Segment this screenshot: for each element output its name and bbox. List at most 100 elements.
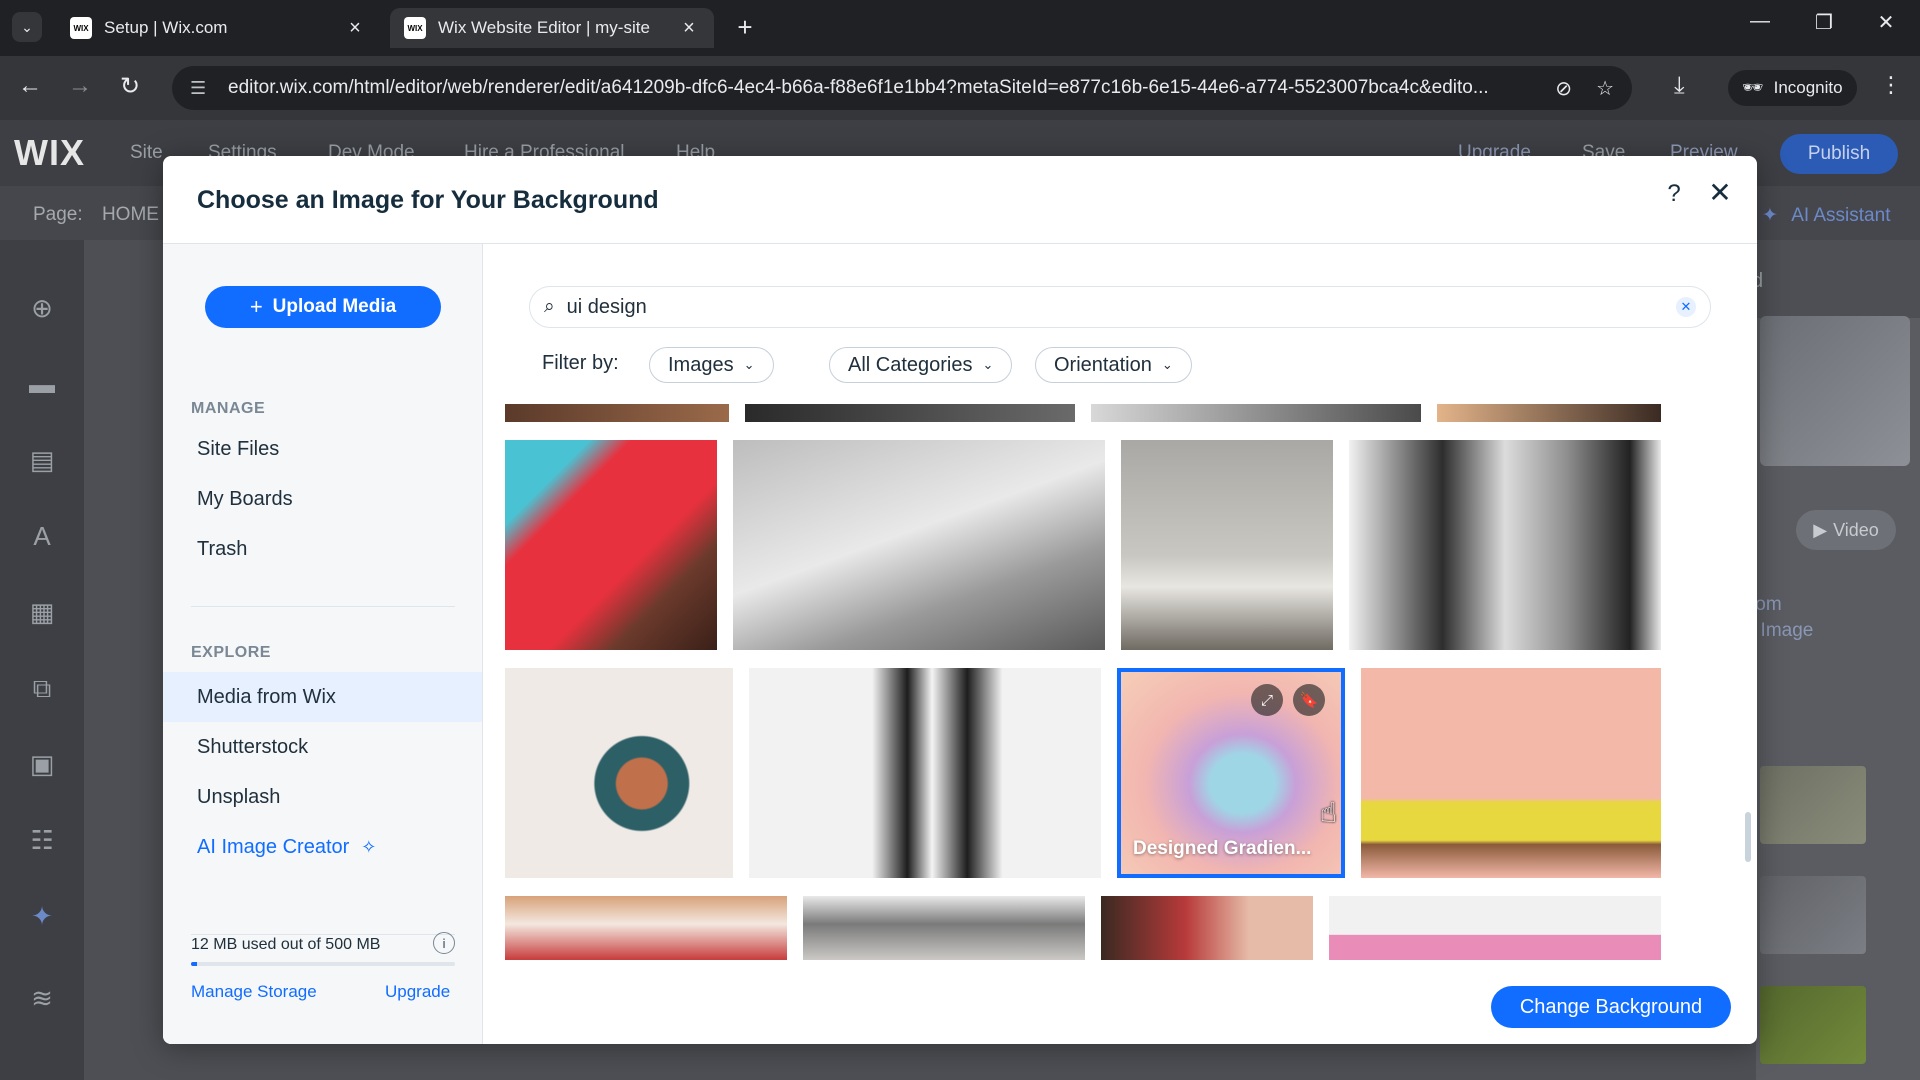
image-tile[interactable]: [733, 440, 1105, 650]
back-arrow-icon[interactable]: ←: [14, 72, 46, 100]
image-tile[interactable]: [505, 404, 729, 422]
expand-icon[interactable]: ⤢: [1251, 684, 1283, 716]
sidebar-item-unsplash[interactable]: Unsplash: [163, 772, 482, 822]
storage-progress-bar: [191, 962, 455, 966]
image-tile[interactable]: [505, 668, 733, 878]
change-background-button[interactable]: Change Background: [1491, 986, 1731, 1028]
sections-icon[interactable]: ▬: [26, 368, 58, 400]
restore-icon[interactable]: ❐: [1804, 10, 1844, 35]
star-icon[interactable]: ☆: [1596, 76, 1614, 101]
site-info-icon[interactable]: ☰: [190, 78, 216, 99]
eye-off-icon[interactable]: ⊘: [1555, 76, 1572, 101]
image-grid: ⤢ 🔖 Designed Gradien...: [483, 404, 1757, 960]
layers-icon[interactable]: ≋: [26, 982, 58, 1014]
sidebar-item-shutterstock[interactable]: Shutterstock: [163, 722, 482, 772]
image-tile[interactable]: [1349, 440, 1661, 650]
page-name: HOME: [101, 204, 159, 225]
wix-favicon-icon: WIX: [404, 17, 426, 39]
kebab-menu-icon[interactable]: ⋮: [1880, 72, 1902, 98]
image-tile[interactable]: [1121, 440, 1333, 650]
business-icon[interactable]: ⧉: [26, 672, 58, 704]
sidebar-item-my-boards[interactable]: My Boards: [163, 474, 482, 524]
image-tile[interactable]: [1329, 896, 1661, 960]
image-tile-selected[interactable]: ⤢ 🔖 Designed Gradien...: [1117, 668, 1345, 878]
bookmark-icon[interactable]: 🔖: [1293, 684, 1325, 716]
page-selector[interactable]: Page: HOME: [33, 204, 159, 226]
ai-assistant-button[interactable]: ✦ AI Assistant: [1762, 204, 1890, 227]
image-tile[interactable]: [803, 896, 1085, 960]
image-tile[interactable]: [505, 896, 787, 960]
hand-cursor-icon: ☝: [1320, 797, 1338, 828]
video-button[interactable]: ▶ Video: [1796, 510, 1896, 550]
ai-sparkle-icon[interactable]: ✦: [26, 900, 58, 932]
address-bar[interactable]: ☰ editor.wix.com/html/editor/web/rendere…: [172, 66, 1632, 110]
image-tile[interactable]: [1091, 404, 1421, 422]
upgrade-link[interactable]: Upgrade: [385, 982, 450, 1002]
help-icon[interactable]: ?: [1659, 180, 1689, 210]
incognito-badge[interactable]: 🕶 Incognito: [1728, 70, 1857, 106]
storage-usage-text: 12 MB used out of 500 MB: [191, 936, 381, 953]
forward-arrow-icon[interactable]: →: [64, 72, 96, 100]
plus-icon: +: [249, 294, 263, 319]
tab-title: Setup | Wix.com: [104, 18, 228, 37]
minimize-icon[interactable]: —: [1740, 10, 1780, 33]
dialog-header: Choose an Image for Your Background ? ✕: [163, 156, 1757, 244]
selected-image-caption: Designed Gradien...: [1133, 838, 1312, 859]
chevron-down-icon: ⌄: [21, 18, 33, 35]
sidebar-item-media-from-wix[interactable]: Media from Wix: [163, 672, 482, 722]
url-text: editor.wix.com/html/editor/web/renderer/…: [228, 77, 1489, 98]
window-close-icon[interactable]: ✕: [1866, 10, 1906, 35]
media-browser: ⌕ ui design ✕ Filter by: Images ⌄ All Ca…: [483, 244, 1757, 1044]
sidebar-item-ai-image-creator[interactable]: AI Image Creator ✧: [163, 822, 482, 872]
browser-tab-editor[interactable]: WIX Wix Website Editor | my-site ×: [390, 8, 714, 48]
filter-images-label: Images: [668, 353, 734, 376]
image-tile[interactable]: [1101, 896, 1313, 960]
chevron-down-icon: ⌄: [1161, 357, 1173, 372]
clear-search-icon[interactable]: ✕: [1676, 297, 1696, 317]
sidebar-item-trash[interactable]: Trash: [163, 524, 482, 574]
manage-section-label: MANAGE: [191, 400, 266, 417]
media-icon[interactable]: ▣: [26, 748, 58, 780]
download-icon[interactable]: ⤓: [1674, 72, 1685, 100]
publish-button[interactable]: Publish: [1780, 134, 1898, 174]
browser-tab-setup[interactable]: WIX Setup | Wix.com ×: [56, 8, 380, 48]
incognito-icon: 🕶: [1742, 78, 1764, 97]
close-tab-icon[interactable]: ×: [678, 17, 700, 40]
tab-search-button[interactable]: ⌄: [12, 12, 42, 42]
search-icon: ⌕: [544, 296, 555, 317]
pages-icon[interactable]: ▤: [26, 444, 58, 476]
manage-storage-link[interactable]: Manage Storage: [191, 982, 317, 1002]
close-icon[interactable]: ✕: [1703, 176, 1737, 210]
image-tile[interactable]: [745, 404, 1075, 422]
reload-icon[interactable]: ↻: [114, 72, 146, 101]
chevron-down-icon: ⌄: [743, 357, 755, 372]
sidebar-item-site-files[interactable]: Site Files: [163, 424, 482, 474]
image-tile[interactable]: [1361, 668, 1661, 878]
design-icon[interactable]: A: [26, 520, 58, 552]
ai-image-creator-label: AI Image Creator: [197, 835, 350, 858]
close-tab-icon[interactable]: ×: [344, 17, 366, 40]
page-label: Page:: [33, 204, 83, 225]
canvas-preview-image: [1760, 316, 1910, 466]
image-tile[interactable]: [1437, 404, 1661, 422]
search-input[interactable]: ⌕ ui design ✕: [529, 286, 1711, 328]
video-label: Video: [1833, 519, 1879, 540]
upload-media-button[interactable]: + Upload Media: [205, 286, 441, 328]
cms-icon[interactable]: ☷: [26, 824, 58, 856]
image-tile[interactable]: [749, 668, 1101, 878]
filter-categories-dropdown[interactable]: All Categories ⌄: [829, 347, 1013, 383]
sparkle-icon: ✦: [1762, 205, 1778, 226]
menu-site[interactable]: Site: [130, 142, 163, 164]
search-value: ui design: [566, 295, 647, 318]
filter-images-dropdown[interactable]: Images ⌄: [649, 347, 774, 383]
grid-scrollbar[interactable]: [1745, 812, 1751, 862]
filter-orientation-dropdown[interactable]: Orientation ⌄: [1035, 347, 1192, 383]
custom-image-text-2: I Image: [1750, 620, 1814, 641]
chevron-down-icon: ⌄: [982, 357, 994, 372]
image-tile[interactable]: [505, 440, 717, 650]
add-elements-icon[interactable]: ⊕: [26, 292, 58, 324]
upload-media-label: Upload Media: [272, 296, 397, 317]
apps-icon[interactable]: ▦: [26, 596, 58, 628]
info-icon[interactable]: i: [433, 932, 455, 954]
new-tab-icon[interactable]: +: [730, 12, 760, 43]
